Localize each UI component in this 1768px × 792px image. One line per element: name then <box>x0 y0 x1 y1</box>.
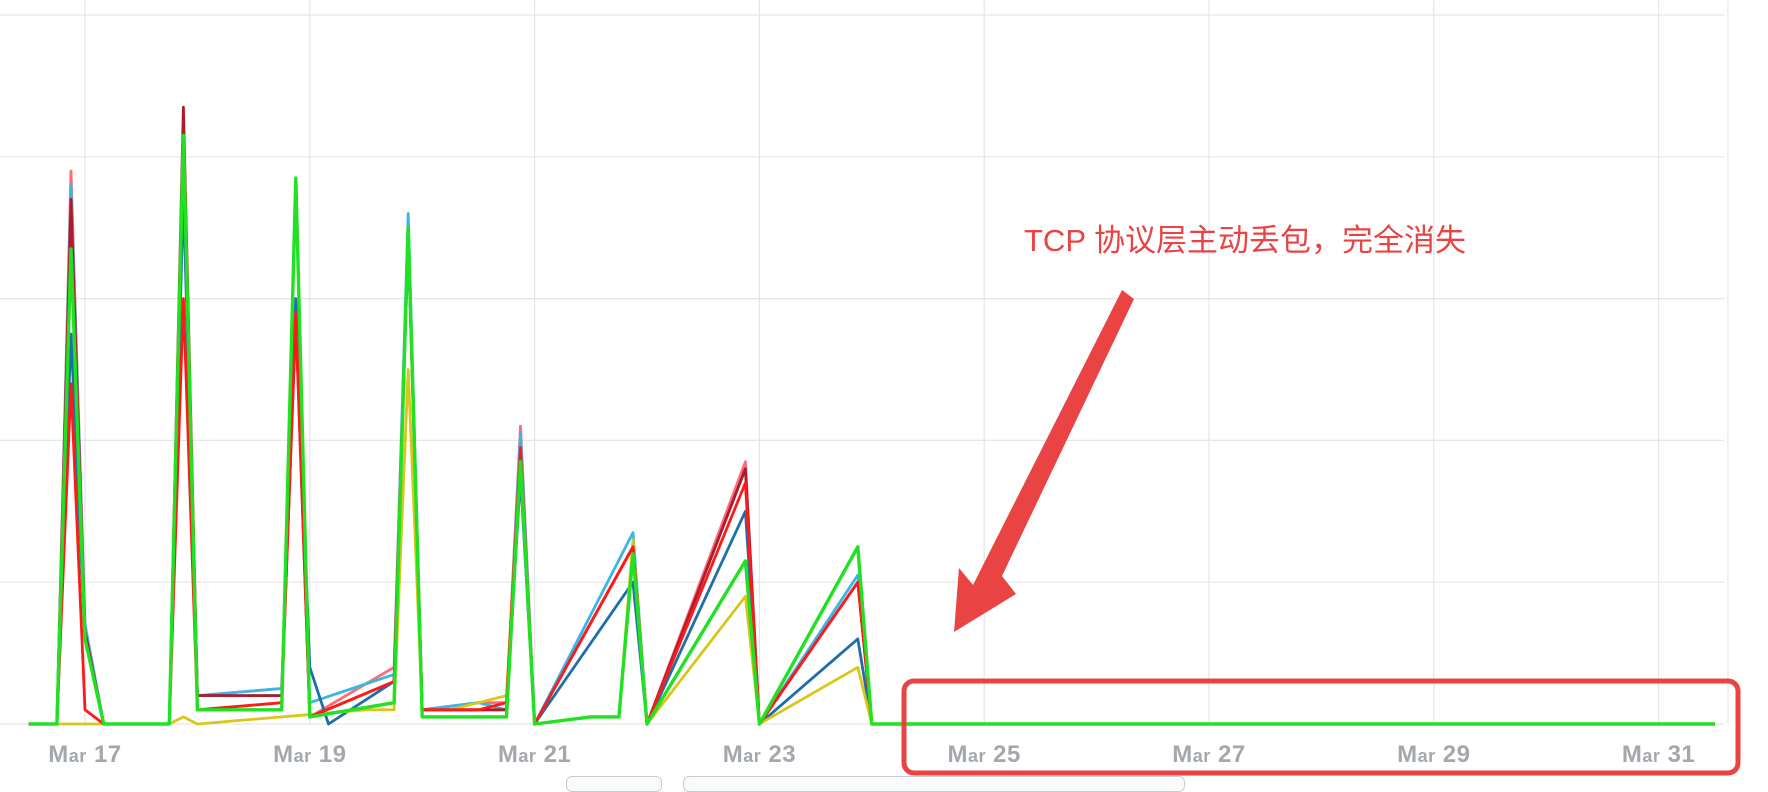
x-tick-label: Mar 21 <box>498 741 571 768</box>
line-chart: Mar 17 Mar 19 Mar 21 Mar 23 Mar 25 Mar 27 Mar … <box>0 0 1741 776</box>
series-line-5 <box>28 105 1715 726</box>
x-tick-label: Mar 27 <box>1172 741 1245 768</box>
series-line-3 <box>28 190 1715 726</box>
x-axis-ticks: Mar 17 Mar 19 Mar 21 Mar 23 Mar 25 Mar 27 Mar … <box>48 741 1695 768</box>
x-tick-label: Mar 23 <box>723 741 796 768</box>
x-tick-label: Mar 25 <box>948 741 1021 768</box>
x-tick-label: Mar 31 <box>1622 741 1695 768</box>
series-lines <box>28 105 1715 726</box>
annotation-text: TCP 协议层主动丢包，完全消失 <box>1024 223 1466 258</box>
scroll-tab-left[interactable] <box>566 776 662 792</box>
x-tick-label: Mar 19 <box>273 741 346 768</box>
x-tick-label: Mar 17 <box>48 741 121 768</box>
annotation: TCP 协议层主动丢包，完全消失 <box>901 223 1741 776</box>
annotation-highlight-box <box>901 678 1741 776</box>
x-tick-label: Mar 29 <box>1397 741 1470 768</box>
annotation-arrow <box>954 290 1134 632</box>
scroll-tab-right[interactable] <box>683 776 1185 792</box>
